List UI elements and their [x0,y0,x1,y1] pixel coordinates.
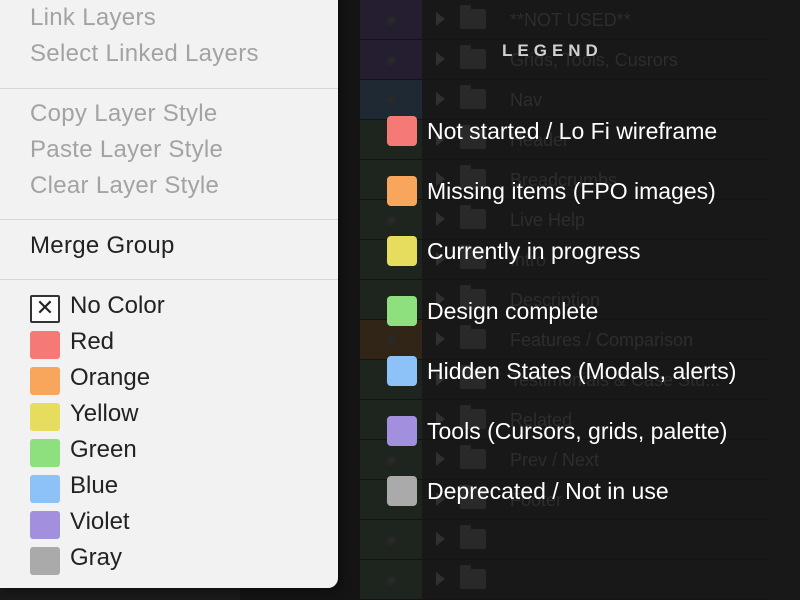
legend-label: Not started / Lo Fi wireframe [427,118,718,144]
legend-swatch [387,176,417,206]
legend-swatch [387,116,417,146]
menu-item-clear-layer-style[interactable]: Clear Layer Style [30,172,219,200]
legend-swatch [387,356,417,386]
color-swatch [30,439,60,467]
legend-swatch [387,236,417,266]
legend-label: Hidden States (Modals, alerts) [427,358,737,384]
color-label: Orange [70,364,151,391]
no-color-x-icon: ✕ [30,295,60,323]
color-label: Blue [70,472,119,499]
layer-context-menu: Link Layers Select Linked Layers Copy La… [0,0,338,588]
menu-separator [0,219,338,220]
legend-swatch [387,416,417,446]
menu-separator [0,88,338,89]
color-label: Violet [70,508,130,535]
legend-label: Deprecated / Not in use [427,478,669,504]
menu-item-select-linked-layers[interactable]: Select Linked Layers [30,40,259,68]
menu-item-merge-group[interactable]: Merge Group [30,232,175,260]
color-swatch [30,367,60,395]
menu-item-paste-layer-style[interactable]: Paste Layer Style [30,136,223,164]
legend-swatch [387,296,417,326]
color-label: Gray [70,544,123,571]
color-label: Green [70,436,137,463]
color-label: No Color [70,292,165,319]
legend-title: LEGEND [502,41,603,60]
color-swatch [30,511,60,539]
menu-item-link-layers[interactable]: Link Layers [30,4,156,32]
color-label: Yellow [70,400,139,427]
menu-separator [0,279,338,280]
legend-label: Tools (Cursors, grids, palette) [427,418,728,444]
legend-label: Missing items (FPO images) [427,178,716,204]
legend-label: Currently in progress [427,238,641,264]
color-swatch [30,547,60,575]
color-swatch [30,475,60,503]
legend-swatch [387,476,417,506]
menu-item-copy-layer-style[interactable]: Copy Layer Style [30,100,218,128]
color-label: Red [70,328,115,355]
legend-label: Design complete [427,298,599,324]
color-swatch [30,331,60,359]
color-swatch [30,403,60,431]
